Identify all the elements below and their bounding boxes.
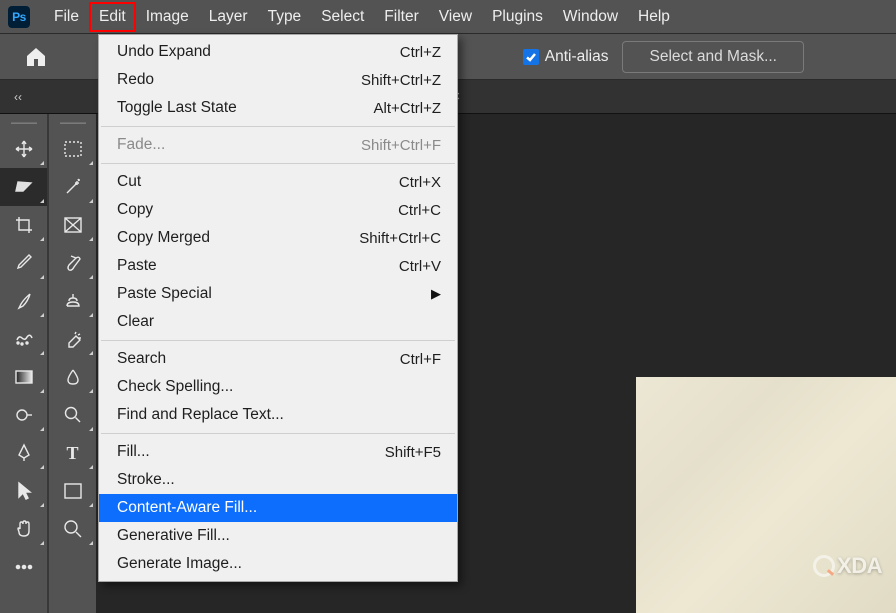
home-button[interactable] [18,43,54,71]
menu-window[interactable]: Window [553,2,628,32]
menu-separator [101,433,455,434]
checkbox-checked-icon [523,49,539,65]
menu-item-copy[interactable]: CopyCtrl+C [99,196,457,224]
menu-separator [101,340,455,341]
lasso-tool[interactable] [0,168,47,206]
menu-item-generative-fill[interactable]: Generative Fill... [99,522,457,550]
watermark: XDA [813,553,882,579]
more-tools[interactable] [0,548,47,586]
selection-arrow-tool[interactable] [0,472,47,510]
toolbox-right-column: T [48,114,96,613]
eraser-tool[interactable] [49,320,96,358]
watermark-icon [813,555,835,577]
menu-filter[interactable]: Filter [374,2,428,32]
hand-tool[interactable] [0,510,47,548]
dodge-tool[interactable] [0,396,47,434]
menu-item-find-and-replace-text[interactable]: Find and Replace Text... [99,401,457,429]
menu-select[interactable]: Select [311,2,374,32]
chevron-left-icon[interactable]: ‹‹ [10,88,26,106]
toolbox-grip[interactable] [49,118,96,128]
menu-item-redo[interactable]: RedoShift+Ctrl+Z [99,66,457,94]
magic-wand-tool[interactable] [49,168,96,206]
menu-item-search[interactable]: SearchCtrl+F [99,345,457,373]
frame-tool[interactable] [49,206,96,244]
select-and-mask-button[interactable]: Select and Mask... [622,41,804,73]
menu-item-generate-image[interactable]: Generate Image... [99,550,457,578]
move-tool[interactable] [0,130,47,168]
menu-item-cut[interactable]: CutCtrl+X [99,168,457,196]
edit-menu-dropdown: Undo ExpandCtrl+ZRedoShift+Ctrl+ZToggle … [98,34,458,582]
menu-item-copy-merged[interactable]: Copy MergedShift+Ctrl+C [99,224,457,252]
toolbox-left-column [0,114,48,613]
menu-layer[interactable]: Layer [199,2,258,32]
menu-item-undo-expand[interactable]: Undo ExpandCtrl+Z [99,38,457,66]
gradient-tool[interactable] [0,358,47,396]
menu-help[interactable]: Help [628,2,680,32]
toolbox-grip[interactable] [0,118,47,128]
crop-tool[interactable] [0,206,47,244]
menu-bar: Ps FileEditImageLayerTypeSelectFilterVie… [0,0,896,34]
menu-view[interactable]: View [429,2,482,32]
menu-item-check-spelling[interactable]: Check Spelling... [99,373,457,401]
clone-stamp-tool[interactable] [49,282,96,320]
menu-item-toggle-last-state[interactable]: Toggle Last StateAlt+Ctrl+Z [99,94,457,122]
magnify-tool[interactable] [49,510,96,548]
menu-type[interactable]: Type [258,2,312,32]
menu-plugins[interactable]: Plugins [482,2,553,32]
menu-separator [101,126,455,127]
brush-tool[interactable] [0,282,47,320]
menu-item-fade: Fade...Shift+Ctrl+F [99,131,457,159]
menu-item-fill[interactable]: Fill...Shift+F5 [99,438,457,466]
menu-file[interactable]: File [44,2,89,32]
type-tool[interactable]: T [49,434,96,472]
menu-item-content-aware-fill[interactable]: Content-Aware Fill... [99,494,457,522]
eyedropper-tool[interactable] [0,244,47,282]
menu-item-paste[interactable]: PasteCtrl+V [99,252,457,280]
menu-item-paste-special[interactable]: Paste Special▶ [99,280,457,308]
anti-alias-checkbox[interactable]: Anti-alias [523,48,609,66]
rectangle-tool[interactable] [49,472,96,510]
marquee-tool[interactable] [49,130,96,168]
healing-brush-tool[interactable] [0,320,47,358]
ps-logo: Ps [8,6,30,28]
menu-image[interactable]: Image [136,2,199,32]
pen-tool[interactable] [0,434,47,472]
zoom-tool[interactable] [49,396,96,434]
menu-item-stroke[interactable]: Stroke... [99,466,457,494]
menu-separator [101,163,455,164]
blur-tool[interactable] [49,358,96,396]
spot-healing-tool[interactable] [49,244,96,282]
menu-edit[interactable]: Edit [89,2,136,32]
menu-item-clear[interactable]: Clear [99,308,457,336]
submenu-arrow-icon: ▶ [431,286,441,302]
